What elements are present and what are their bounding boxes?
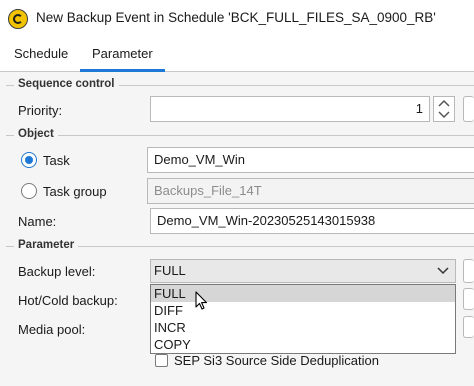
media-pool-label: Media pool: xyxy=(18,322,86,337)
priority-value: 1 xyxy=(415,101,423,116)
section-title-sequence-control: Sequence control xyxy=(14,78,119,90)
task-group-value: Backups_File_14T xyxy=(154,183,262,198)
task-group-radio[interactable] xyxy=(21,183,37,199)
dropdown-option-incr[interactable]: INCR xyxy=(151,319,455,336)
dedup-label: SEP Si3 Source Side Deduplication xyxy=(174,353,379,368)
dedup-checkbox[interactable] xyxy=(155,354,168,367)
task-field[interactable]: Demo_VM_Win xyxy=(147,147,474,173)
name-value: Demo_VM_Win-20230525143015938 xyxy=(157,213,376,228)
name-input[interactable]: Demo_VM_Win-20230525143015938 xyxy=(150,208,474,234)
window-title: New Backup Event in Schedule 'BCK_FULL_F… xyxy=(36,10,436,25)
backup-level-select[interactable]: FULL xyxy=(150,259,456,283)
name-label: Name: xyxy=(18,214,57,229)
title-bar: New Backup Event in Schedule 'BCK_FULL_F… xyxy=(0,0,474,38)
task-value: Demo_VM_Win xyxy=(154,152,246,167)
task-group-label: Task group xyxy=(43,184,107,199)
tab-bar: Schedule Parameter xyxy=(0,38,474,72)
hot-cold-backup-label: Hot/Cold backup: xyxy=(18,293,118,308)
hot-cold-extra-control[interactable] xyxy=(463,288,474,310)
priority-input[interactable]: 1 xyxy=(150,96,430,122)
section-divider xyxy=(6,135,474,136)
backup-level-label: Backup level: xyxy=(18,264,96,279)
priority-label: Priority: xyxy=(18,103,63,118)
task-group-field: Backups_File_14T xyxy=(147,178,474,204)
tab-parameter[interactable]: Parameter xyxy=(92,46,153,61)
section-title-object: Object xyxy=(14,128,58,140)
sep-sesam-icon xyxy=(8,9,28,29)
task-radio[interactable] xyxy=(21,152,37,168)
task-label: Task xyxy=(43,153,70,168)
section-title-parameter: Parameter xyxy=(14,239,79,251)
priority-extra-control[interactable] xyxy=(463,96,474,122)
media-pool-extra-control[interactable] xyxy=(463,316,474,338)
mouse-cursor-icon xyxy=(195,291,208,310)
chevron-down-icon xyxy=(437,267,449,275)
tab-schedule[interactable]: Schedule xyxy=(14,46,68,61)
dropdown-option-copy[interactable]: COPY xyxy=(151,336,455,353)
backup-level-extra-control[interactable] xyxy=(463,259,474,283)
stepper-arrows-icon xyxy=(438,99,450,119)
priority-stepper[interactable] xyxy=(433,96,455,122)
backup-level-value: FULL xyxy=(154,263,186,278)
